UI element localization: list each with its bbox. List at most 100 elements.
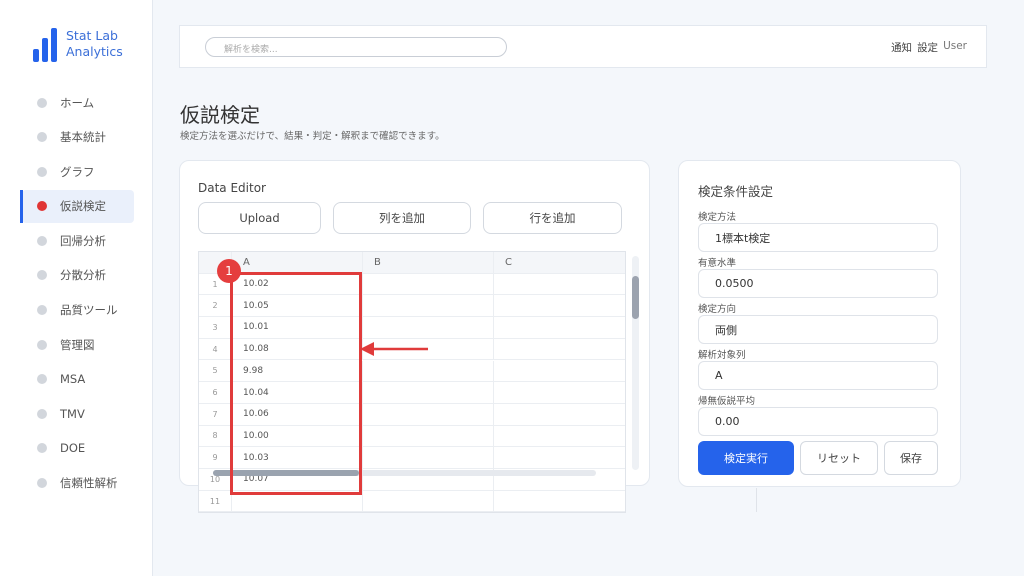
step-badge: 1 (217, 259, 241, 283)
sidebar-item-label: DOE (60, 441, 86, 456)
nav-dot-icon (37, 97, 47, 108)
row-number: 2 (199, 295, 232, 317)
add-column-button[interactable]: 列を追加 (333, 202, 471, 234)
row-number: 9 (199, 447, 232, 468)
sidebar-item-label: ホーム (60, 95, 95, 110)
nav-dot-icon (37, 339, 47, 350)
sidebar-item-label: 回帰分析 (60, 233, 106, 248)
row-number: 4 (199, 338, 232, 360)
sidebar-item[interactable]: 管理図 (22, 328, 134, 361)
nav-dot-icon (37, 443, 47, 454)
column-header-a[interactable]: A (232, 252, 363, 273)
nav-dot-icon (37, 478, 47, 489)
cell-b[interactable] (363, 295, 494, 317)
sidebar-item[interactable]: 基本統計 (22, 121, 134, 154)
row-number: 6 (199, 382, 232, 403)
cell-c[interactable] (494, 491, 625, 512)
cell-c[interactable] (494, 339, 625, 360)
sidebar-item-label: 基本統計 (60, 130, 106, 145)
sidebar-item[interactable]: グラフ (22, 155, 134, 188)
column-header-b[interactable]: B (363, 252, 494, 273)
alpha-input[interactable]: 0.0500 (698, 269, 938, 298)
top-bar: 解析を検索... 通知 設定 User (179, 25, 987, 68)
user-menu[interactable]: User (943, 40, 967, 55)
method-label: 検定方法 (698, 212, 737, 223)
cell-c[interactable] (494, 317, 625, 338)
target-column-select[interactable]: A (698, 361, 938, 390)
top-links: 通知 設定 User (891, 40, 967, 55)
cell-b[interactable] (363, 382, 494, 403)
bar-chart-logo-icon (33, 28, 57, 62)
reset-button[interactable]: リセット (800, 441, 878, 475)
sidebar-item[interactable]: 信頼性解析 (22, 467, 134, 500)
target-column-label: 解析対象列 (698, 350, 746, 361)
cell-b[interactable] (363, 490, 494, 512)
method-select[interactable]: 1標本t検定 (698, 223, 938, 252)
settings-title: 検定条件設定 (698, 184, 774, 199)
sidebar-item-label: 管理図 (60, 337, 95, 352)
sidebar-nav: ホーム基本統計グラフ仮説検定回帰分析分散分析品質ツール管理図 MSA TMV DOE 信… (20, 86, 134, 501)
search-input[interactable]: 解析を検索... (205, 37, 507, 57)
nav-dot-icon (37, 201, 47, 212)
sidebar-item[interactable]: ホーム (22, 86, 134, 119)
row-number: 11 (199, 490, 232, 512)
cell-c[interactable] (494, 295, 625, 316)
cell-c[interactable] (494, 382, 625, 403)
cell-c[interactable] (494, 361, 625, 382)
sidebar-item-label: 信頼性解析 (60, 476, 118, 491)
notifications-link[interactable]: 通知 (891, 40, 912, 55)
cell-c[interactable] (494, 447, 625, 468)
cell-b[interactable] (363, 273, 494, 295)
sidebar-item[interactable]: 仮説検定 (20, 189, 134, 223)
sidebar-item[interactable]: MSA (22, 363, 134, 396)
sidebar-item-label: グラフ (60, 164, 95, 179)
sidebar-item[interactable]: 分散分析 (22, 259, 134, 292)
save-button[interactable]: 保存 (884, 441, 938, 475)
nav-dot-icon (37, 270, 47, 281)
cell-c[interactable] (494, 274, 625, 295)
alpha-label: 有意水準 (698, 258, 737, 269)
brand[interactable]: Stat Lab Analytics (33, 28, 152, 62)
cell-b[interactable] (363, 425, 494, 447)
sidebar-item[interactable]: 品質ツール (22, 294, 134, 327)
highlight-box (230, 272, 362, 495)
sidebar-item-label: MSA (60, 372, 86, 387)
upload-button[interactable]: Upload (198, 202, 321, 234)
row-number: 7 (199, 403, 232, 425)
cell-b[interactable] (363, 360, 494, 382)
data-editor-title: Data Editor (198, 181, 266, 195)
vertical-scrollbar-thumb[interactable] (632, 276, 639, 319)
annotation-arrow-icon (360, 342, 428, 356)
sidebar-item-label: 品質ツール (60, 303, 118, 318)
row-number: 3 (199, 317, 232, 338)
settings-link[interactable]: 設定 (917, 40, 938, 55)
direction-select[interactable]: 両側 (698, 315, 938, 344)
nav-dot-icon (37, 305, 47, 316)
row-number: 8 (199, 425, 232, 447)
null-mean-label: 帰無仮説平均 (698, 396, 756, 407)
sidebar-item[interactable]: 回帰分析 (22, 224, 134, 257)
sidebar-item-label: TMV (60, 406, 85, 421)
cell-b[interactable] (363, 403, 494, 425)
page-title: 仮説検定 (180, 103, 260, 127)
nav-dot-icon (37, 235, 47, 246)
cell-c[interactable] (494, 404, 625, 425)
cell-b[interactable] (363, 447, 494, 468)
cell-b[interactable] (363, 317, 494, 338)
add-row-button[interactable]: 行を追加 (483, 202, 622, 234)
sidebar-item-label: 仮説検定 (60, 199, 106, 214)
null-mean-input[interactable]: 0.00 (698, 407, 938, 436)
run-test-button[interactable]: 検定実行 (698, 441, 794, 475)
cell-c[interactable] (494, 426, 625, 447)
nav-dot-icon (37, 132, 47, 143)
page-subtitle: 検定方法を選ぶだけで、結果・判定・解釈まで確認できます。 (180, 131, 445, 142)
sidebar: Stat Lab Analytics ホーム基本統計グラフ仮説検定回帰分析分散分… (0, 0, 153, 576)
nav-dot-icon (37, 408, 47, 419)
sidebar-item[interactable]: DOE (22, 432, 134, 465)
nav-dot-icon (37, 166, 47, 177)
grid-header-row: A B C (199, 252, 625, 274)
column-header-c[interactable]: C (494, 252, 625, 273)
divider (756, 488, 757, 512)
brand-name: Stat Lab Analytics (66, 28, 123, 59)
sidebar-item[interactable]: TMV (22, 397, 134, 430)
